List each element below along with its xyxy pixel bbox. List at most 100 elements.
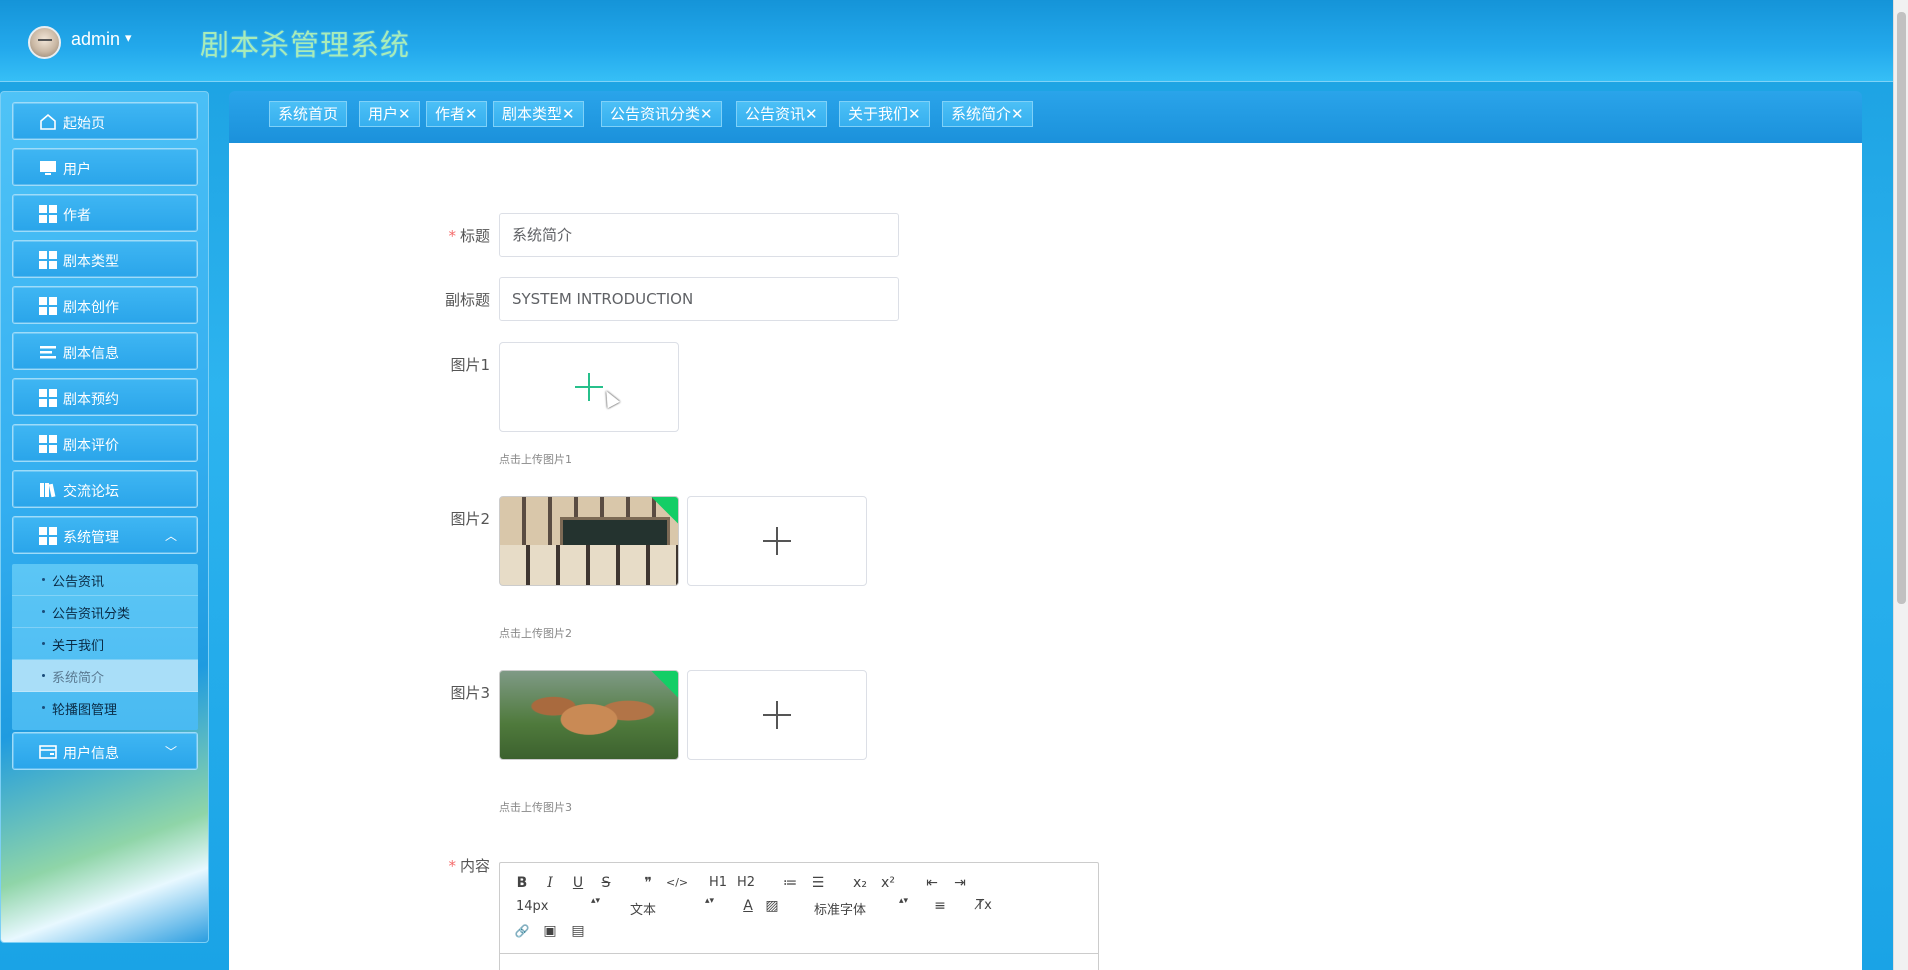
sidebar-item-authors[interactable]: 作者 (12, 194, 198, 232)
grid-icon (39, 297, 57, 315)
sidebar-item-system-admin[interactable]: 系统管理 ︿ (12, 516, 198, 554)
image2-label: 图片2 (450, 510, 490, 528)
underline-button[interactable]: U (568, 873, 588, 893)
image2-hint: 点击上传图片2 (499, 627, 572, 640)
submenu-item-label: 轮播图管理 (52, 703, 118, 718)
uploaded-check-icon (650, 671, 678, 698)
submenu-item-announcements[interactable]: 公告资讯 (12, 564, 198, 596)
tab-announcements[interactable]: 公告资讯✕ (736, 101, 827, 127)
sidebar-item-label: 剧本评价 (63, 438, 119, 454)
image3-label: 图片3 (450, 684, 490, 702)
ordered-list-button[interactable]: ≔ (780, 873, 800, 893)
image1-label: 图片1 (450, 356, 490, 374)
sidebar-item-script-info[interactable]: 剧本信息 (12, 332, 198, 370)
clear-format-button[interactable]: T̸x (974, 896, 994, 916)
title-label: * 标题 (448, 227, 490, 245)
outdent-button[interactable]: ⇤ (922, 873, 942, 893)
text-type-select[interactable]: 文本 ▴▾ (630, 896, 714, 919)
submenu-item-label: 公告资讯 (52, 575, 105, 590)
submenu-item-label: 公告资讯分类 (52, 607, 131, 622)
sidebar-item-home[interactable]: 起始页 (12, 102, 198, 140)
bullet-list-button[interactable]: ☰ (808, 873, 828, 893)
tab-announcement-categories[interactable]: 公告资讯分类✕ (601, 101, 722, 127)
bullet-icon (42, 674, 45, 677)
subscript-button[interactable]: x₂ (850, 873, 870, 893)
image2-upload[interactable] (687, 496, 867, 586)
background-color-button[interactable]: ▨ (762, 896, 782, 916)
heading2-button[interactable]: H2 (736, 873, 756, 893)
grid-icon (39, 205, 57, 223)
tab-users[interactable]: 用户✕ (359, 101, 420, 127)
italic-button[interactable]: I (540, 873, 560, 893)
video-button[interactable]: ▤ (568, 921, 588, 941)
list-icon (40, 346, 56, 359)
sidebar-item-users[interactable]: 用户 (12, 148, 198, 186)
image-button[interactable]: ▣ (540, 921, 560, 941)
submenu-item-carousel[interactable]: 轮播图管理 (12, 692, 198, 724)
submenu-item-system-intro[interactable]: 系统简介 (12, 660, 198, 692)
sidebar: 起始页 用户 作者 剧本类型 剧本创作 剧本信息 剧本预约 剧本评价 交流论坛 (0, 91, 209, 943)
scrollbar-thumb[interactable] (1897, 12, 1906, 604)
system-admin-submenu: 公告资讯 公告资讯分类 关于我们 系统简介 轮播图管理 (12, 564, 198, 730)
subtitle-input[interactable]: SYSTEM INTRODUCTION (499, 277, 899, 321)
bullet-icon (42, 706, 45, 709)
image3-thumbnail[interactable] (499, 670, 679, 760)
code-block-button[interactable]: </> (666, 873, 688, 893)
card-icon (39, 745, 57, 759)
required-mark: * (448, 857, 456, 875)
tab-authors[interactable]: 作者✕ (426, 101, 487, 127)
sidebar-item-script-creation[interactable]: 剧本创作 (12, 286, 198, 324)
grid-icon (39, 389, 57, 407)
tab-script-types[interactable]: 剧本类型✕ (493, 101, 584, 127)
font-size-select[interactable]: 14px ▴▾ (516, 896, 600, 915)
title-input[interactable]: 系统简介 (499, 213, 899, 257)
tab-about-us[interactable]: 关于我们✕ (839, 101, 930, 127)
image2-thumbnail[interactable] (499, 496, 679, 586)
tab-system-intro[interactable]: 系统简介✕ (942, 101, 1033, 127)
user-dropdown-icon[interactable]: ▾ (125, 31, 132, 46)
sidebar-item-script-booking[interactable]: 剧本预约 (12, 378, 198, 416)
home-icon (40, 113, 56, 130)
monitor-icon (40, 161, 56, 175)
submenu-item-label: 系统简介 (52, 671, 105, 686)
submenu-item-label: 关于我们 (52, 639, 105, 654)
blockquote-button[interactable]: ❞ (638, 873, 658, 893)
align-button[interactable]: ≡ (930, 896, 950, 916)
rich-text-editor[interactable]: B I U S ❞ </> H1 H2 ≔ ☰ x₂ x² ⇤ ⇥ 14px ▴▾… (499, 862, 1099, 970)
user-name[interactable]: admin (71, 29, 120, 50)
page-scrollbar[interactable] (1893, 0, 1908, 970)
user-avatar[interactable] (28, 26, 61, 59)
sidebar-item-label: 交流论坛 (63, 484, 119, 500)
font-color-button[interactable]: A (738, 896, 758, 916)
select-arrows-icon: ▴▾ (704, 896, 714, 906)
submenu-item-announcement-categories[interactable]: 公告资讯分类 (12, 596, 198, 628)
chevron-up-icon: ︿ (164, 529, 177, 543)
heading1-button[interactable]: H1 (708, 873, 728, 893)
link-button[interactable]: 🔗 (512, 921, 532, 941)
bullet-icon (42, 642, 45, 645)
image1-upload[interactable] (499, 342, 679, 432)
content-label: * 内容 (448, 857, 490, 875)
indent-button[interactable]: ⇥ (950, 873, 970, 893)
plus-icon (763, 527, 791, 555)
sidebar-item-script-reviews[interactable]: 剧本评价 (12, 424, 198, 462)
image3-upload[interactable] (687, 670, 867, 760)
sidebar-item-script-types[interactable]: 剧本类型 (12, 240, 198, 278)
sidebar-item-label: 剧本创作 (63, 300, 119, 316)
grid-icon (39, 435, 57, 453)
superscript-button[interactable]: x² (878, 873, 898, 893)
select-arrows-icon: ▴▾ (590, 896, 600, 906)
sidebar-item-label: 剧本信息 (63, 346, 119, 362)
required-mark: * (448, 227, 456, 245)
sidebar-item-forum[interactable]: 交流论坛 (12, 470, 198, 508)
tab-home[interactable]: 系统首页 (269, 101, 348, 127)
select-arrows-icon: ▴▾ (898, 896, 908, 906)
submenu-item-about-us[interactable]: 关于我们 (12, 628, 198, 660)
strike-button[interactable]: S (596, 873, 616, 893)
bold-button[interactable]: B (512, 873, 532, 893)
font-family-select[interactable]: 标准字体 ▴▾ (814, 896, 908, 919)
sidebar-item-label: 剧本预约 (63, 392, 119, 408)
sidebar-item-user-info[interactable]: 用户信息 ﹀ (12, 732, 198, 770)
main-content (229, 143, 1862, 970)
image3-hint: 点击上传图片3 (499, 801, 572, 814)
